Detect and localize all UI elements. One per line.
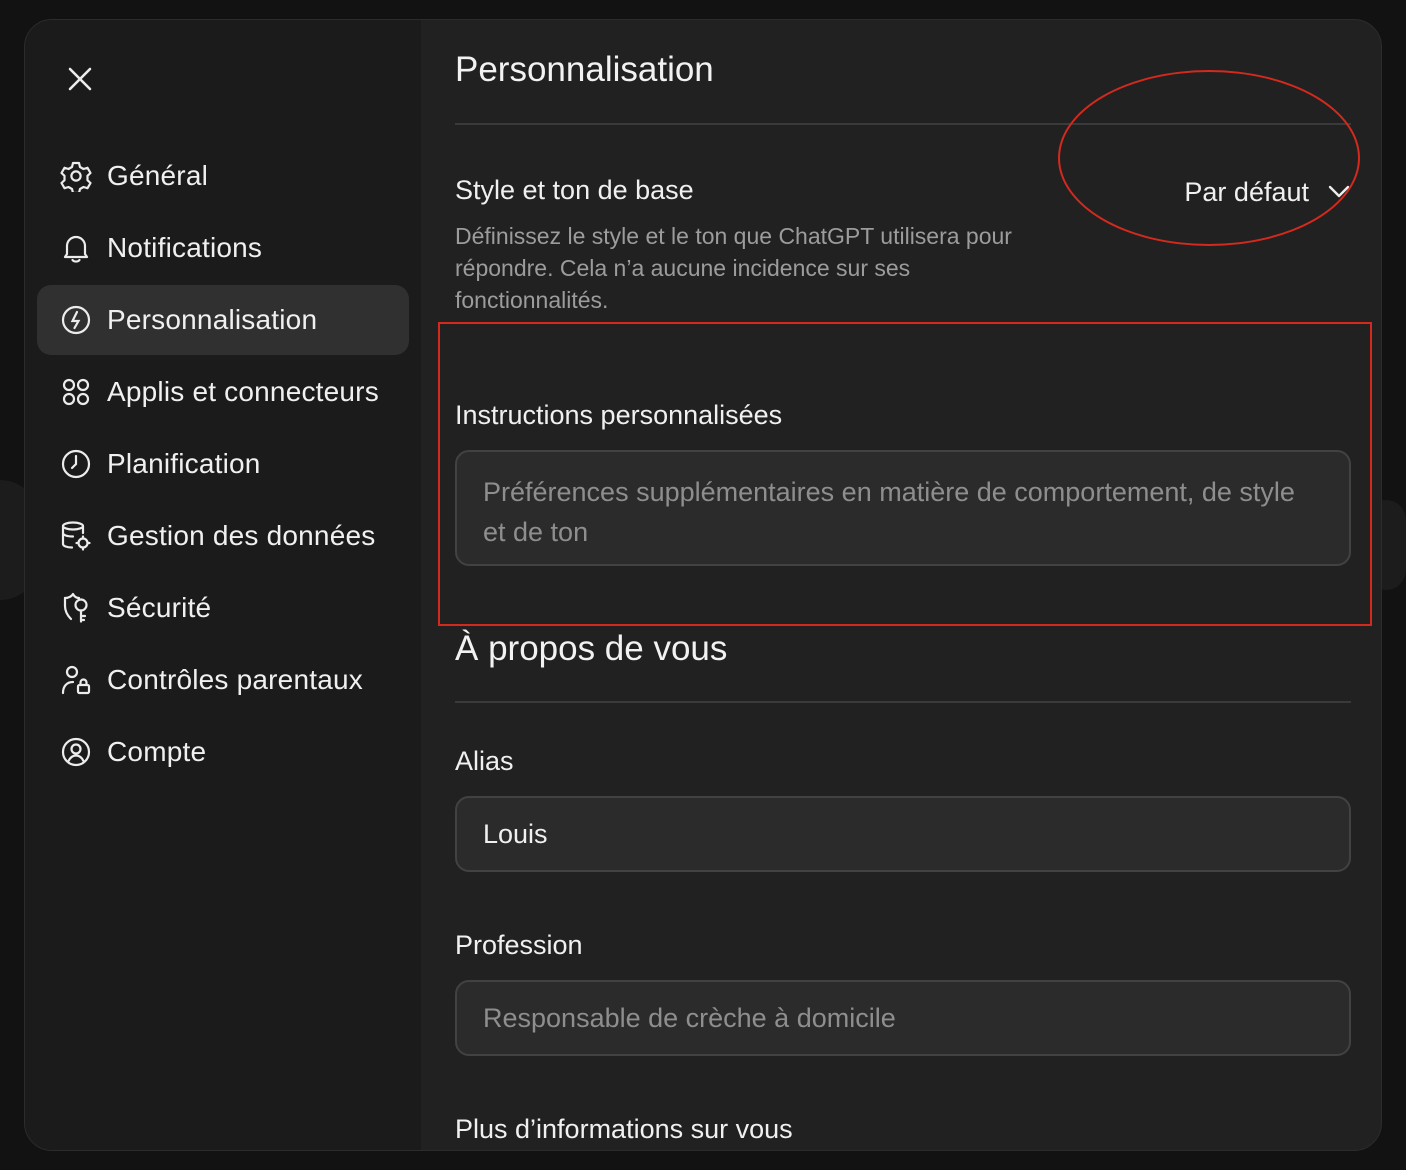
sidebar-item-personalization[interactable]: Personnalisation (37, 285, 409, 355)
close-icon (68, 67, 92, 91)
settings-modal: Général Notifications Personnalisation A… (24, 19, 1382, 1151)
style-description: Définissez le style et le ton que ChatGP… (455, 223, 1012, 313)
sidebar-item-label: Gestion des données (107, 520, 376, 551)
close-button[interactable] (61, 60, 99, 98)
parental-controls-icon (59, 663, 93, 697)
profession-input[interactable]: Responsable de crèche à domicile (455, 980, 1351, 1056)
sidebar-item-account[interactable]: Compte (37, 717, 409, 787)
dropdown-value: Par défaut (1184, 176, 1309, 207)
bell-icon (59, 231, 93, 265)
custom-instructions-label: Instructions personnalisées (455, 400, 783, 430)
settings-sidebar: Général Notifications Personnalisation A… (25, 20, 421, 1150)
sidebar-item-data-controls[interactable]: Gestion des données (37, 501, 409, 571)
page-title: Personnalisation (455, 50, 714, 89)
settings-content: Personnalisation Style et ton de base Dé… (421, 20, 1381, 1150)
shield-key-icon (59, 591, 93, 625)
sidebar-item-apps[interactable]: Applis et connecteurs (37, 357, 409, 427)
alias-input[interactable]: Louis (455, 796, 1351, 872)
gear-icon (59, 159, 93, 193)
custom-instructions-input[interactable]: Préférences supplémentaires en matière d… (455, 450, 1351, 566)
sidebar-item-scheduling[interactable]: Planification (37, 429, 409, 499)
sidebar-item-label: Contrôles parentaux (107, 664, 363, 695)
sidebar-item-notifications[interactable]: Notifications (37, 213, 409, 283)
profession-label: Profession (455, 930, 583, 960)
sidebar-item-label: Compte (107, 736, 207, 767)
sidebar-item-label: Sécurité (107, 592, 212, 623)
account-icon (59, 735, 93, 769)
divider (455, 701, 1351, 703)
sidebar-item-parental-controls[interactable]: Contrôles parentaux (37, 645, 409, 715)
sidebar-item-label: Personnalisation (107, 304, 318, 335)
sidebar-item-label: Planification (107, 448, 261, 479)
sidebar-item-label: Général (107, 160, 209, 191)
more-about-you-label: Plus d’informations sur vous (455, 1114, 793, 1144)
database-gear-icon (59, 519, 93, 553)
sidebar-item-security[interactable]: Sécurité (37, 573, 409, 643)
style-dropdown[interactable]: Par défaut (1131, 170, 1351, 214)
about-title: À propos de vous (455, 629, 728, 668)
sidebar-item-label: Notifications (107, 232, 263, 263)
sidebar-item-general[interactable]: Général (37, 141, 409, 211)
chevron-down-icon (1328, 185, 1350, 198)
style-label: Style et ton de base (455, 175, 694, 205)
apps-icon (59, 375, 93, 409)
personalization-icon (59, 303, 93, 337)
sidebar-item-label: Applis et connecteurs (107, 376, 379, 407)
clock-icon (59, 447, 93, 481)
divider (455, 123, 1351, 125)
alias-label: Alias (455, 746, 514, 776)
